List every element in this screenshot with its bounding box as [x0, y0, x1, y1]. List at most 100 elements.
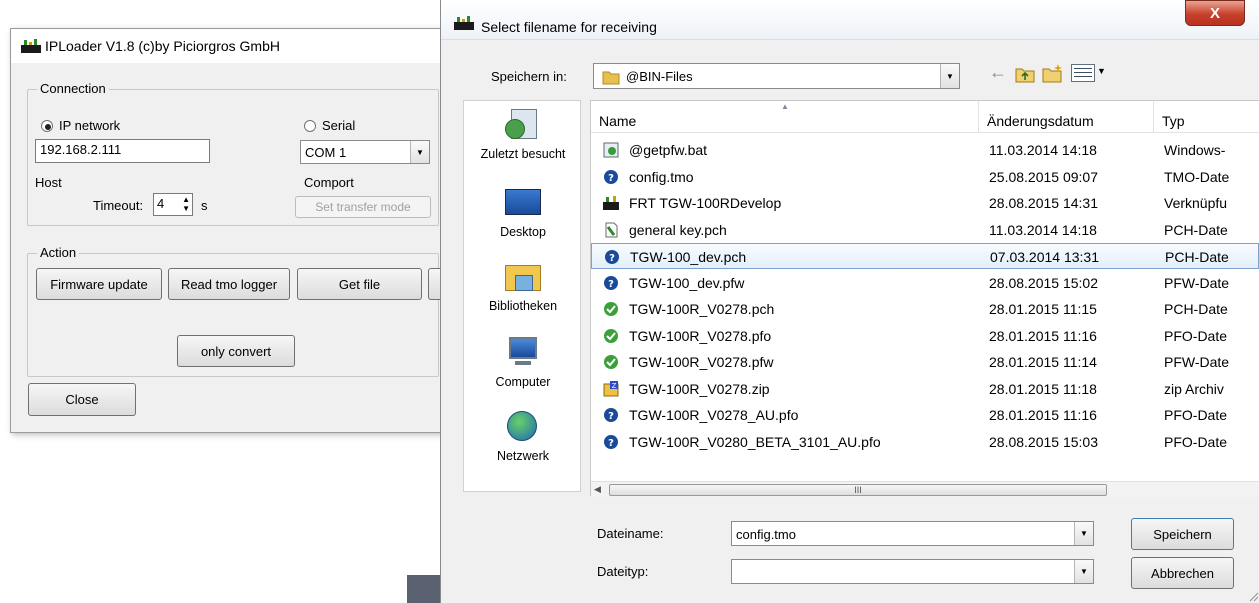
file-type: Windows- [1164, 142, 1226, 158]
file-row[interactable]: FRT TGW-100RDevelop 28.08.2015 14:31 Verkn… [591, 190, 1259, 216]
get-file-button[interactable]: Get file [297, 268, 422, 300]
dialog-close-icon[interactable]: X [1185, 0, 1245, 26]
file-type: PCH-Date [1165, 249, 1229, 265]
file-name: TGW-100R_V0280_BETA_3101_AU.pfo [629, 433, 881, 450]
file-row[interactable]: general key.pch 11.03.2014 14:18 PCH-Date [591, 217, 1259, 243]
svg-text:?: ? [608, 438, 614, 449]
action-group-label: Action [37, 245, 80, 260]
svg-text:?: ? [608, 279, 614, 290]
comport-dropdown-arrow-icon[interactable]: ▼ [410, 141, 429, 163]
file-row[interactable]: TGW-100R_V0278.pfo 28.01.2015 11:16 PFO-Da… [591, 323, 1259, 349]
background-window-edge [407, 575, 443, 603]
ip-network-radio[interactable] [41, 120, 53, 132]
file-row[interactable]: @getpfw.bat 11.03.2014 14:18 Windows- [591, 137, 1259, 163]
file-list: Name ▲ Änderungsdatum Typ @getpfw.bat 11.… [590, 100, 1259, 497]
file-row[interactable]: TGW-100R_V0278.pch 28.01.2015 11:15 PCH-Da… [591, 296, 1259, 322]
app-icon [21, 39, 41, 53]
place-label: Netzwerk [496, 449, 550, 463]
column-header-name[interactable]: Name ▲ [591, 101, 979, 133]
save-in-select[interactable]: @BIN-Files ▼ [593, 63, 960, 89]
timeout-label: Timeout: [93, 198, 144, 213]
file-row[interactable]: ? TGW-100R_V0278_AU.pfo 28.01.2015 11:16 PF… [591, 402, 1259, 428]
file-name: TGW-100R_V0278.pfo [629, 327, 772, 344]
recent-places-icon [503, 107, 543, 143]
sort-ascending-icon: ▲ [781, 102, 789, 111]
place-computer[interactable]: Computer [464, 335, 582, 389]
new-folder-icon[interactable] [1042, 63, 1064, 83]
up-folder-icon[interactable] [1015, 65, 1035, 83]
close-button[interactable]: Close [28, 383, 136, 416]
back-arrow-icon[interactable]: ← [989, 62, 1007, 83]
filename-input[interactable]: config.tmo ▼ [731, 521, 1094, 546]
save-in-dropdown-arrow-icon[interactable]: ▼ [940, 64, 959, 88]
only-convert-button[interactable]: only convert [177, 335, 295, 367]
file-date: 28.01.2015 11:16 [989, 327, 1097, 344]
column-type-label: Typ [1162, 113, 1185, 129]
place-recent[interactable]: Zuletzt besucht [464, 107, 582, 161]
file-row[interactable]: ? TGW-100_dev.pfw 28.08.2015 15:02 PFW-Date [591, 270, 1259, 296]
view-menu-icon[interactable] [1071, 64, 1095, 82]
file-list-header: Name ▲ Änderungsdatum Typ [591, 101, 1259, 133]
set-transfer-mode-button[interactable]: Set transfer mode [295, 196, 431, 218]
place-libraries[interactable]: Bibliotheken [464, 259, 582, 313]
folder-icon [602, 71, 620, 85]
libraries-icon [503, 259, 543, 295]
ip-address-input[interactable]: 192.168.2.111 [35, 139, 210, 163]
file-date: 28.01.2015 11:15 [989, 301, 1097, 317]
unknown-file-icon: ? [604, 275, 618, 290]
file-date: 11.03.2014 14:18 [989, 142, 1097, 158]
filename-value: config.tmo [736, 527, 796, 542]
file-type: TMO-Date [1164, 168, 1230, 185]
save-in-value: @BIN-Files [626, 69, 693, 84]
view-menu-arrow-icon[interactable]: ▼ [1097, 66, 1106, 76]
scroll-thumb[interactable]: III [609, 484, 1107, 496]
spin-arrows-icon[interactable]: ▲ ▼ [182, 195, 190, 213]
comport-value: COM 1 [305, 145, 347, 160]
file-name: TGW-100R_V0278_AU.pfo [629, 407, 799, 423]
unknown-file-icon: ? [604, 408, 618, 422]
filetype-dropdown-arrow-icon[interactable]: ▼ [1074, 560, 1093, 583]
dialog-title: Select filename for receiving [481, 19, 657, 35]
serial-label: Serial [322, 118, 356, 133]
dialog-titlebar: Select filename for receiving X [441, 0, 1259, 40]
save-in-label: Speichern in: [491, 69, 567, 84]
file-name: TGW-100R_V0278.zip [629, 380, 770, 397]
place-network[interactable]: Netzwerk [464, 409, 582, 463]
svg-text:?: ? [608, 411, 614, 422]
horizontal-scrollbar[interactable]: ◀ III [591, 481, 1259, 497]
file-row[interactable]: TGW-100R_V0278.pfw 28.01.2015 11:14 PFW-Da… [591, 349, 1259, 375]
file-rows: @getpfw.bat 11.03.2014 14:18 Windows-? conf… [591, 137, 1259, 477]
file-row[interactable]: ? TGW-100R_V0280_BETA_3101_AU.pfo 28.08.20… [591, 429, 1259, 455]
green-check-file-icon [604, 355, 618, 369]
file-row[interactable]: ? config.tmo 25.08.2015 09:07 TMO-Date [591, 164, 1259, 190]
scroll-left-icon[interactable]: ◀ [594, 484, 601, 495]
file-date: 28.08.2015 14:31 [989, 195, 1098, 211]
firmware-update-button[interactable]: Firmware update [36, 268, 162, 300]
column-header-type[interactable]: Typ [1154, 101, 1259, 133]
serial-radio[interactable] [304, 120, 316, 132]
read-tmo-logger-button[interactable]: Read tmo logger [168, 268, 290, 300]
iploader-title: IPLoader V1.8 (c)by Piciorgros GmbH [45, 38, 280, 54]
timeout-unit: s [201, 198, 208, 213]
file-row[interactable]: Z TGW-100R_V0278.zip 28.01.2015 11:18 zip A… [591, 376, 1259, 402]
column-header-date[interactable]: Änderungsdatum [979, 101, 1154, 133]
column-name-label: Name [599, 113, 637, 129]
host-label: Host [35, 175, 62, 190]
save-button[interactable]: Speichern [1131, 518, 1234, 550]
file-date: 28.01.2015 11:14 [989, 354, 1097, 370]
file-name: config.tmo [629, 168, 694, 185]
place-desktop[interactable]: Desktop [464, 185, 582, 239]
file-date: 11.03.2014 14:18 [989, 221, 1097, 238]
file-row[interactable]: ? TGW-100_dev.pch 07.03.2014 13:31 PCH-Date [591, 243, 1259, 269]
filetype-select[interactable]: ▼ [731, 559, 1094, 584]
comport-label: Comport [304, 175, 354, 190]
file-type: PCH-Date [1164, 301, 1228, 317]
resize-grip-icon[interactable] [1247, 590, 1259, 602]
file-date: 28.08.2015 15:03 [989, 433, 1098, 450]
cancel-button[interactable]: Abbrechen [1131, 557, 1234, 589]
filename-dropdown-arrow-icon[interactable]: ▼ [1074, 522, 1093, 545]
comport-select[interactable]: COM 1 ▼ [300, 140, 430, 164]
file-type: zip Archiv [1164, 380, 1224, 397]
timeout-spinner[interactable]: 4 ▲ ▼ [153, 193, 193, 216]
file-name: FRT TGW-100RDevelop [629, 195, 782, 211]
